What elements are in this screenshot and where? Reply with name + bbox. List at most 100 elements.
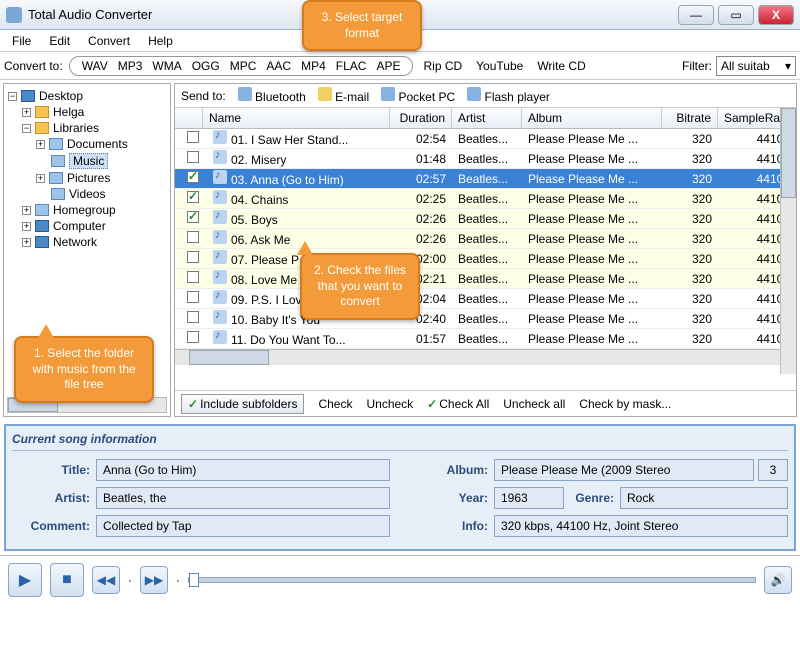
- expand-icon[interactable]: +: [22, 222, 31, 231]
- expand-icon[interactable]: −: [8, 92, 17, 101]
- row-checkbox[interactable]: [187, 271, 199, 283]
- flashplayer-icon: [467, 87, 481, 101]
- player-bar: ▶ ■ ◀◀ · ▶▶ · 🔊: [0, 555, 800, 603]
- check-by-mask-button[interactable]: Check by mask...: [579, 397, 671, 411]
- tree-libraries[interactable]: Libraries: [53, 121, 99, 135]
- youtube-button[interactable]: YouTube: [476, 59, 523, 73]
- col-bitrate[interactable]: Bitrate: [662, 108, 718, 128]
- tree-music[interactable]: Music: [69, 153, 108, 169]
- format-wma[interactable]: WMA: [148, 59, 185, 73]
- comment-field[interactable]: Collected by Tap: [96, 515, 390, 537]
- row-checkbox[interactable]: [187, 291, 199, 303]
- col-duration[interactable]: Duration: [390, 108, 452, 128]
- menu-edit[interactable]: Edit: [41, 31, 78, 51]
- expand-icon[interactable]: −: [22, 124, 31, 133]
- expand-icon[interactable]: +: [22, 108, 31, 117]
- table-row[interactable]: 09. P.S. I Love You02:04Beatles...Please…: [175, 289, 796, 309]
- sendto-pocketpc[interactable]: Pocket PC: [398, 90, 455, 104]
- uncheck-button[interactable]: Uncheck: [366, 397, 413, 411]
- rip-cd-button[interactable]: Rip CD: [423, 59, 462, 73]
- filter-dropdown[interactable]: All suitab▾: [716, 56, 796, 76]
- format-flac[interactable]: FLAC: [332, 59, 371, 73]
- album-field[interactable]: Please Please Me (2009 Stereo: [494, 459, 754, 481]
- artist-label: Artist:: [12, 491, 90, 505]
- song-info-panel: Current song information Title:Anna (Go …: [4, 424, 796, 551]
- table-row[interactable]: 06. Ask Me02:26Beatles...Please Please M…: [175, 229, 796, 249]
- artist-field[interactable]: Beatles, the: [96, 487, 390, 509]
- menu-convert[interactable]: Convert: [80, 31, 138, 51]
- row-checkbox[interactable]: [187, 251, 199, 263]
- close-button[interactable]: X: [758, 5, 794, 25]
- table-row[interactable]: 10. Baby It's You02:40Beatles...Please P…: [175, 309, 796, 329]
- stop-button[interactable]: ■: [50, 563, 84, 597]
- sendto-email[interactable]: E-mail: [335, 90, 369, 104]
- table-row[interactable]: 08. Love Me02:21Beatles...Please Please …: [175, 269, 796, 289]
- play-button[interactable]: ▶: [8, 563, 42, 597]
- format-mp3[interactable]: MP3: [114, 59, 147, 73]
- row-checkbox[interactable]: [187, 231, 199, 243]
- format-ape[interactable]: APE: [372, 59, 404, 73]
- row-checkbox[interactable]: [187, 331, 199, 343]
- table-row[interactable]: 05. Boys02:26Beatles...Please Please Me …: [175, 209, 796, 229]
- grid-vscrollbar[interactable]: [780, 108, 796, 374]
- forward-button[interactable]: ▶▶: [140, 566, 168, 594]
- format-ogg[interactable]: OGG: [188, 59, 224, 73]
- table-row[interactable]: 11. Do You Want To...01:57Beatles...Plea…: [175, 329, 796, 349]
- row-checkbox[interactable]: [187, 131, 199, 143]
- tree-network[interactable]: Network: [53, 235, 97, 249]
- music-icon: [213, 250, 227, 264]
- callout-2: 2. Check the files that you want to conv…: [300, 253, 420, 320]
- table-row[interactable]: 03. Anna (Go to Him)02:57Beatles...Pleas…: [175, 169, 796, 189]
- row-checkbox[interactable]: [187, 151, 199, 163]
- format-wav[interactable]: WAV: [78, 59, 112, 73]
- track-field[interactable]: 3: [758, 459, 788, 481]
- table-row[interactable]: 02. Misery01:48Beatles...Please Please M…: [175, 149, 796, 169]
- table-row[interactable]: 01. I Saw Her Stand...02:54Beatles...Ple…: [175, 129, 796, 149]
- tree-pictures[interactable]: Pictures: [67, 171, 110, 185]
- format-mp4[interactable]: MP4: [297, 59, 330, 73]
- year-field[interactable]: 1963: [494, 487, 564, 509]
- check-button[interactable]: Check: [318, 397, 352, 411]
- genre-field[interactable]: Rock: [620, 487, 788, 509]
- write-cd-button[interactable]: Write CD: [537, 59, 585, 73]
- expand-icon[interactable]: +: [36, 174, 45, 183]
- col-name[interactable]: Name: [203, 108, 390, 128]
- row-checkbox[interactable]: [187, 191, 199, 203]
- music-icon: [213, 290, 227, 304]
- table-row[interactable]: 07. Please P02:00Beatles...Please Please…: [175, 249, 796, 269]
- maximize-button[interactable]: ▭: [718, 5, 754, 25]
- tree-documents[interactable]: Documents: [67, 137, 128, 151]
- dot-icon: ·: [128, 573, 132, 587]
- tree-helga[interactable]: Helga: [53, 105, 84, 119]
- sendto-bluetooth[interactable]: Bluetooth: [255, 90, 306, 104]
- tree-homegroup[interactable]: Homegroup: [53, 203, 116, 217]
- seek-bar[interactable]: [188, 577, 756, 583]
- grid-hscrollbar[interactable]: [175, 349, 796, 365]
- tree-videos[interactable]: Videos: [69, 187, 105, 201]
- row-checkbox[interactable]: [187, 171, 199, 183]
- rewind-button[interactable]: ◀◀: [92, 566, 120, 594]
- row-checkbox[interactable]: [187, 311, 199, 323]
- menu-file[interactable]: File: [4, 31, 39, 51]
- sendto-flash[interactable]: Flash player: [485, 90, 550, 104]
- col-artist[interactable]: Artist: [452, 108, 522, 128]
- expand-icon[interactable]: +: [22, 206, 31, 215]
- col-album[interactable]: Album: [522, 108, 662, 128]
- uncheckall-button[interactable]: Uncheck all: [503, 397, 565, 411]
- title-field[interactable]: Anna (Go to Him): [96, 459, 390, 481]
- music-icon: [213, 210, 227, 224]
- tree-computer[interactable]: Computer: [53, 219, 106, 233]
- expand-icon[interactable]: +: [36, 140, 45, 149]
- menu-help[interactable]: Help: [140, 31, 181, 51]
- filter-label: Filter:: [682, 59, 712, 73]
- tree-desktop[interactable]: Desktop: [39, 89, 83, 103]
- format-aac[interactable]: AAC: [262, 59, 295, 73]
- volume-button[interactable]: 🔊: [764, 566, 792, 594]
- format-mpc[interactable]: MPC: [226, 59, 261, 73]
- include-subfolders-button[interactable]: ✓Include subfolders: [181, 394, 304, 414]
- row-checkbox[interactable]: [187, 211, 199, 223]
- expand-icon[interactable]: +: [22, 238, 31, 247]
- minimize-button[interactable]: —: [678, 5, 714, 25]
- table-row[interactable]: 04. Chains02:25Beatles...Please Please M…: [175, 189, 796, 209]
- checkall-button[interactable]: ✓Check All: [427, 397, 489, 411]
